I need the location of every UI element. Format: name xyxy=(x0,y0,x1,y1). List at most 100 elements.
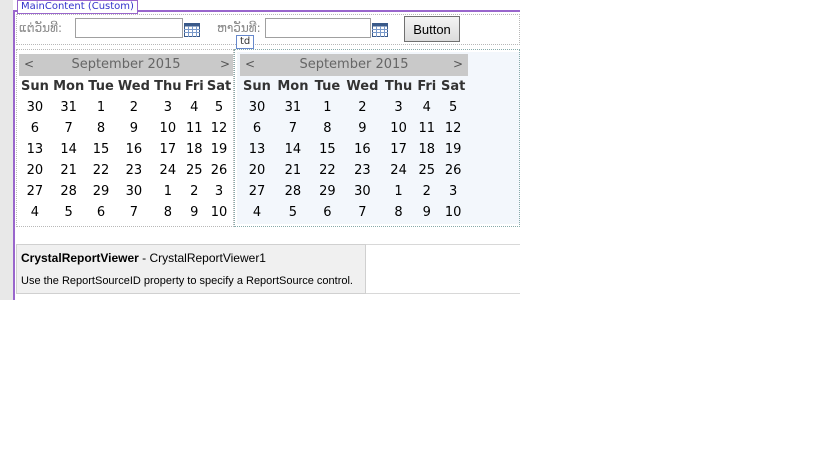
calendar-day[interactable]: 18 xyxy=(183,139,205,160)
calendar-day[interactable]: 3 xyxy=(152,97,183,118)
calendar-day[interactable]: 31 xyxy=(274,97,312,118)
calendar-day[interactable]: 6 xyxy=(240,118,274,139)
calendar-day[interactable]: 15 xyxy=(86,139,115,160)
calendar-day[interactable]: 16 xyxy=(343,139,382,160)
calendar-day[interactable]: 30 xyxy=(343,181,382,202)
calendar-day[interactable]: 26 xyxy=(438,160,468,181)
calendar-day[interactable]: 30 xyxy=(240,97,274,118)
to-date-input[interactable] xyxy=(265,18,371,38)
calendar-day[interactable]: 23 xyxy=(343,160,382,181)
calendar-day[interactable]: 4 xyxy=(183,97,205,118)
calendar-day[interactable]: 30 xyxy=(19,97,51,118)
calendar-day[interactable]: 23 xyxy=(116,160,153,181)
calendar-day[interactable]: 8 xyxy=(382,202,415,223)
main-content-tag[interactable]: MainContent (Custom) xyxy=(17,0,138,14)
calendar-day[interactable]: 4 xyxy=(415,97,438,118)
calendar-day[interactable]: 10 xyxy=(152,118,183,139)
calendar-day[interactable]: 17 xyxy=(152,139,183,160)
calendar-day[interactable]: 6 xyxy=(312,202,343,223)
calendar-day[interactable]: 11 xyxy=(415,118,438,139)
calendar-day[interactable]: 18 xyxy=(415,139,438,160)
crystal-report-viewer[interactable]: CrystalReportViewer - CrystalReportViewe… xyxy=(16,244,366,294)
calendar-day[interactable]: 3 xyxy=(205,181,233,202)
calendar-day[interactable]: 26 xyxy=(205,160,233,181)
calendar-day[interactable]: 24 xyxy=(382,160,415,181)
calendar-prev[interactable]: < xyxy=(24,57,34,71)
calendar-day[interactable]: 27 xyxy=(19,181,51,202)
calendar-day[interactable]: 1 xyxy=(312,97,343,118)
calendar-day[interactable]: 13 xyxy=(19,139,51,160)
calendar-day[interactable]: 1 xyxy=(382,181,415,202)
calendar-day[interactable]: 24 xyxy=(152,160,183,181)
calendar-day[interactable]: 10 xyxy=(205,202,233,223)
calendar-prev[interactable]: < xyxy=(245,57,255,71)
calendar-day[interactable]: 12 xyxy=(205,118,233,139)
calendar-day[interactable]: 29 xyxy=(312,181,343,202)
calendar-day[interactable]: 3 xyxy=(438,181,468,202)
calendar-day[interactable]: 5 xyxy=(51,202,87,223)
calendar-day[interactable]: 14 xyxy=(274,139,312,160)
calendar-next[interactable]: > xyxy=(453,57,463,71)
calendar-day[interactable]: 4 xyxy=(240,202,274,223)
calendar-day[interactable]: 27 xyxy=(240,181,274,202)
calendar-day[interactable]: 2 xyxy=(415,181,438,202)
calendar-next[interactable]: > xyxy=(220,57,230,71)
calendar-day[interactable]: 10 xyxy=(438,202,468,223)
calendar-day[interactable]: 17 xyxy=(382,139,415,160)
calendar-day[interactable]: 1 xyxy=(152,181,183,202)
calendar-day[interactable]: 9 xyxy=(116,118,153,139)
calendar-day[interactable]: 2 xyxy=(116,97,153,118)
calendar-day[interactable]: 9 xyxy=(183,202,205,223)
day-header: Thu xyxy=(154,79,182,94)
calendar-day[interactable]: 13 xyxy=(240,139,274,160)
calendar-day[interactable]: 28 xyxy=(274,181,312,202)
calendar-day[interactable]: 6 xyxy=(86,202,115,223)
calendar-day[interactable]: 29 xyxy=(86,181,115,202)
calendar-day[interactable]: 25 xyxy=(415,160,438,181)
calendar-day[interactable]: 15 xyxy=(312,139,343,160)
calendar-day[interactable]: 22 xyxy=(86,160,115,181)
from-date-input[interactable] xyxy=(75,18,183,38)
calendar-day[interactable]: 9 xyxy=(343,118,382,139)
calendar-day[interactable]: 19 xyxy=(438,139,468,160)
calendar-day[interactable]: 22 xyxy=(312,160,343,181)
calendar-day[interactable]: 28 xyxy=(51,181,87,202)
calendar-day[interactable]: 5 xyxy=(438,97,468,118)
calendar-day[interactable]: 8 xyxy=(86,118,115,139)
calendar-icon[interactable] xyxy=(184,23,200,37)
calendar-day[interactable]: 16 xyxy=(116,139,153,160)
calendar-day[interactable]: 21 xyxy=(51,160,87,181)
calendar-week: 13 14 15 16 17 18 19 xyxy=(240,139,468,160)
calendar-day[interactable]: 3 xyxy=(382,97,415,118)
calendar-day[interactable]: 7 xyxy=(274,118,312,139)
td-tag[interactable]: td xyxy=(236,35,255,49)
calendar-day[interactable]: 9 xyxy=(415,202,438,223)
calendar-day[interactable]: 12 xyxy=(438,118,468,139)
calendar-day[interactable]: 2 xyxy=(183,181,205,202)
calendar-day[interactable]: 5 xyxy=(205,97,233,118)
submit-button[interactable]: Button xyxy=(404,16,460,42)
calendar-day[interactable]: 19 xyxy=(205,139,233,160)
calendar-week: 27 28 29 30 1 2 3 xyxy=(19,181,233,202)
calendar-day[interactable]: 8 xyxy=(152,202,183,223)
calendar-day[interactable]: 10 xyxy=(382,118,415,139)
calendar-day[interactable]: 31 xyxy=(51,97,87,118)
calendar-day[interactable]: 30 xyxy=(116,181,153,202)
calendar-day[interactable]: 21 xyxy=(274,160,312,181)
calendar-day[interactable]: 7 xyxy=(51,118,87,139)
calendar-day[interactable]: 7 xyxy=(116,202,153,223)
calendar-day[interactable]: 8 xyxy=(312,118,343,139)
calendar-day[interactable]: 20 xyxy=(19,160,51,181)
calendar-day[interactable]: 4 xyxy=(19,202,51,223)
calendar-day[interactable]: 20 xyxy=(240,160,274,181)
calendar-day[interactable]: 6 xyxy=(19,118,51,139)
calendar-day[interactable]: 1 xyxy=(86,97,115,118)
calendar-day[interactable]: 11 xyxy=(183,118,205,139)
calendar-day[interactable]: 5 xyxy=(274,202,312,223)
calendar-day[interactable]: 14 xyxy=(51,139,87,160)
calendar-day[interactable]: 7 xyxy=(343,202,382,223)
calendar-day[interactable]: 25 xyxy=(183,160,205,181)
calendar-icon[interactable] xyxy=(372,23,388,37)
calendar-day[interactable]: 2 xyxy=(343,97,382,118)
day-header: Sun xyxy=(243,79,271,94)
